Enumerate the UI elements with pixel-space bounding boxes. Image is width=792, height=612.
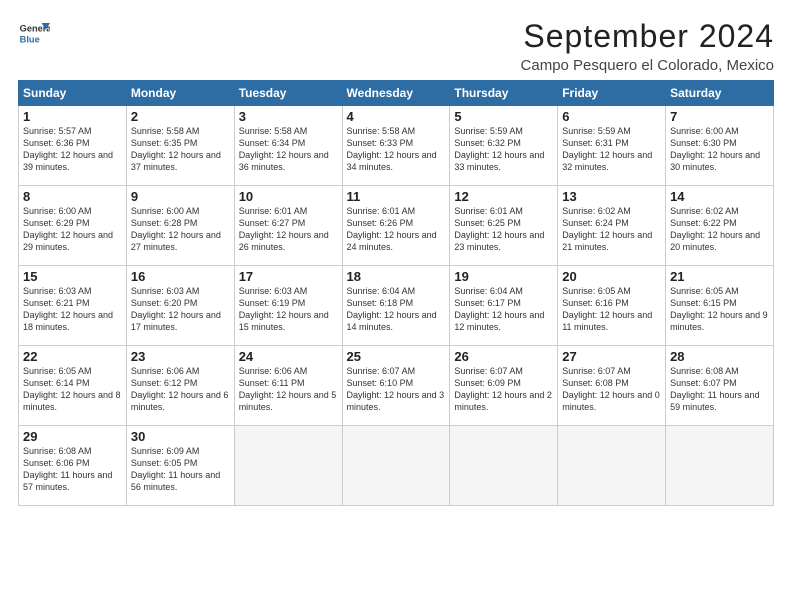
weekday-saturday: Saturday: [666, 81, 774, 106]
weekday-monday: Monday: [126, 81, 234, 106]
table-row: 15Sunrise: 6:03 AMSunset: 6:21 PMDayligh…: [19, 266, 127, 346]
calendar-row: 8Sunrise: 6:00 AMSunset: 6:29 PMDaylight…: [19, 186, 774, 266]
table-row: 4Sunrise: 5:58 AMSunset: 6:33 PMDaylight…: [342, 106, 450, 186]
table-row: 30Sunrise: 6:09 AMSunset: 6:05 PMDayligh…: [126, 426, 234, 506]
location-title: Campo Pesquero el Colorado, Mexico: [521, 57, 774, 74]
calendar-row: 29Sunrise: 6:08 AMSunset: 6:06 PMDayligh…: [19, 426, 774, 506]
table-row: 19Sunrise: 6:04 AMSunset: 6:17 PMDayligh…: [450, 266, 558, 346]
table-row: 2Sunrise: 5:58 AMSunset: 6:35 PMDaylight…: [126, 106, 234, 186]
table-row: 22Sunrise: 6:05 AMSunset: 6:14 PMDayligh…: [19, 346, 127, 426]
table-row: 29Sunrise: 6:08 AMSunset: 6:06 PMDayligh…: [19, 426, 127, 506]
calendar-row: 1Sunrise: 5:57 AMSunset: 6:36 PMDaylight…: [19, 106, 774, 186]
weekday-header-row: SundayMondayTuesdayWednesdayThursdayFrid…: [19, 81, 774, 106]
table-row: 24Sunrise: 6:06 AMSunset: 6:11 PMDayligh…: [234, 346, 342, 426]
logo-icon: General Blue: [18, 18, 50, 50]
table-row: 13Sunrise: 6:02 AMSunset: 6:24 PMDayligh…: [558, 186, 666, 266]
table-row: 5Sunrise: 5:59 AMSunset: 6:32 PMDaylight…: [450, 106, 558, 186]
table-row: 9Sunrise: 6:00 AMSunset: 6:28 PMDaylight…: [126, 186, 234, 266]
table-row: [450, 426, 558, 506]
weekday-friday: Friday: [558, 81, 666, 106]
table-row: 3Sunrise: 5:58 AMSunset: 6:34 PMDaylight…: [234, 106, 342, 186]
table-row: 7Sunrise: 6:00 AMSunset: 6:30 PMDaylight…: [666, 106, 774, 186]
table-row: 14Sunrise: 6:02 AMSunset: 6:22 PMDayligh…: [666, 186, 774, 266]
title-block: September 2024 Campo Pesquero el Colorad…: [521, 18, 774, 74]
table-row: 16Sunrise: 6:03 AMSunset: 6:20 PMDayligh…: [126, 266, 234, 346]
calendar-row: 15Sunrise: 6:03 AMSunset: 6:21 PMDayligh…: [19, 266, 774, 346]
logo: General Blue: [18, 18, 54, 50]
weekday-thursday: Thursday: [450, 81, 558, 106]
table-row: 28Sunrise: 6:08 AMSunset: 6:07 PMDayligh…: [666, 346, 774, 426]
table-row: 21Sunrise: 6:05 AMSunset: 6:15 PMDayligh…: [666, 266, 774, 346]
table-row: 26Sunrise: 6:07 AMSunset: 6:09 PMDayligh…: [450, 346, 558, 426]
weekday-tuesday: Tuesday: [234, 81, 342, 106]
table-row: 27Sunrise: 6:07 AMSunset: 6:08 PMDayligh…: [558, 346, 666, 426]
page: General Blue September 2024 Campo Pesque…: [0, 0, 792, 612]
table-row: 6Sunrise: 5:59 AMSunset: 6:31 PMDaylight…: [558, 106, 666, 186]
table-row: 8Sunrise: 6:00 AMSunset: 6:29 PMDaylight…: [19, 186, 127, 266]
table-row: [666, 426, 774, 506]
calendar-row: 22Sunrise: 6:05 AMSunset: 6:14 PMDayligh…: [19, 346, 774, 426]
table-row: 20Sunrise: 6:05 AMSunset: 6:16 PMDayligh…: [558, 266, 666, 346]
table-row: 23Sunrise: 6:06 AMSunset: 6:12 PMDayligh…: [126, 346, 234, 426]
table-row: 18Sunrise: 6:04 AMSunset: 6:18 PMDayligh…: [342, 266, 450, 346]
calendar-table: SundayMondayTuesdayWednesdayThursdayFrid…: [18, 80, 774, 506]
month-title: September 2024: [521, 18, 774, 55]
table-row: 25Sunrise: 6:07 AMSunset: 6:10 PMDayligh…: [342, 346, 450, 426]
table-row: [234, 426, 342, 506]
table-row: 10Sunrise: 6:01 AMSunset: 6:27 PMDayligh…: [234, 186, 342, 266]
header-row: General Blue September 2024 Campo Pesque…: [18, 18, 774, 74]
weekday-sunday: Sunday: [19, 81, 127, 106]
weekday-wednesday: Wednesday: [342, 81, 450, 106]
table-row: [342, 426, 450, 506]
table-row: [558, 426, 666, 506]
table-row: 11Sunrise: 6:01 AMSunset: 6:26 PMDayligh…: [342, 186, 450, 266]
table-row: 12Sunrise: 6:01 AMSunset: 6:25 PMDayligh…: [450, 186, 558, 266]
svg-text:Blue: Blue: [20, 34, 40, 44]
table-row: 1Sunrise: 5:57 AMSunset: 6:36 PMDaylight…: [19, 106, 127, 186]
table-row: 17Sunrise: 6:03 AMSunset: 6:19 PMDayligh…: [234, 266, 342, 346]
